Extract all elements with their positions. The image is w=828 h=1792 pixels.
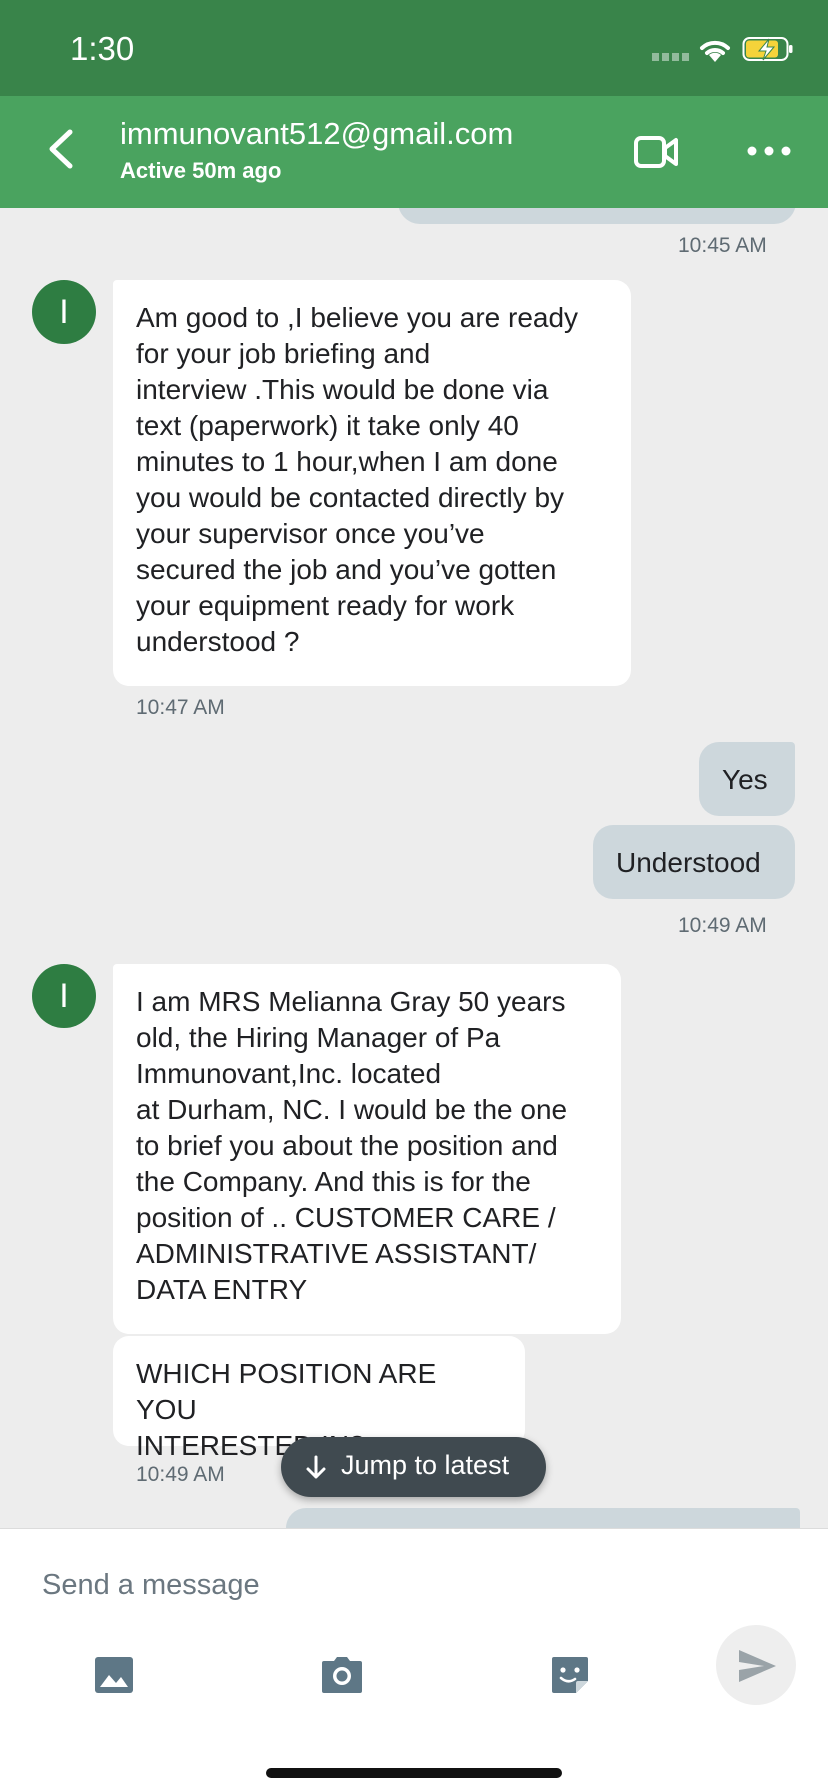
message-list[interactable]: 10:45 AM I Am good to ,I believe you are…: [0, 208, 828, 1528]
more-horizontal-icon[interactable]: [744, 136, 794, 166]
message-composer: [0, 1528, 828, 1723]
previous-message-bubble: [398, 208, 796, 224]
incoming-message[interactable]: WHICH POSITION ARE YOU INTERESTED IN?: [113, 1336, 525, 1461]
contact-name[interactable]: immunovant512@gmail.com: [120, 116, 513, 152]
message-input[interactable]: [42, 1563, 602, 1607]
video-camera-icon[interactable]: [632, 132, 680, 172]
avatar[interactable]: I: [32, 280, 96, 344]
outgoing-message[interactable]: Understood: [593, 825, 795, 899]
outgoing-message[interactable]: Yes: [699, 742, 795, 816]
sticker-icon[interactable]: [548, 1653, 592, 1697]
status-time: 1:30: [70, 30, 135, 67]
send-button[interactable]: [716, 1625, 796, 1705]
message-timestamp: 10:45 AM: [678, 234, 767, 257]
incoming-message[interactable]: Am good to ,I believe you are ready for …: [113, 280, 631, 686]
status-bar: 1:30: [0, 0, 828, 96]
home-area: [0, 1722, 828, 1792]
cellular-signal-icon: [652, 53, 692, 61]
chevron-left-icon[interactable]: [40, 126, 86, 172]
contact-status: Active 50m ago: [120, 158, 282, 183]
camera-icon[interactable]: [320, 1653, 364, 1697]
message-timestamp: 10:47 AM: [136, 696, 225, 719]
message-timestamp: 10:49 AM: [136, 1463, 225, 1486]
send-icon: [739, 1650, 776, 1682]
home-indicator[interactable]: [266, 1768, 562, 1778]
avatar[interactable]: I: [32, 964, 96, 1028]
battery-charging-icon: [742, 37, 793, 61]
incoming-message[interactable]: I am MRS Melianna Gray 50 years old, the…: [113, 964, 621, 1334]
jump-to-latest-label: Jump to latest: [341, 1450, 510, 1480]
next-message-bubble: [286, 1508, 800, 1528]
wifi-icon: [700, 40, 730, 62]
image-icon[interactable]: [92, 1653, 136, 1697]
chat-header: immunovant512@gmail.com Active 50m ago: [0, 96, 828, 208]
arrow-down-icon: [306, 1455, 326, 1479]
message-timestamp: 10:49 AM: [678, 914, 767, 937]
jump-to-latest-button[interactable]: Jump to latest: [281, 1437, 546, 1497]
